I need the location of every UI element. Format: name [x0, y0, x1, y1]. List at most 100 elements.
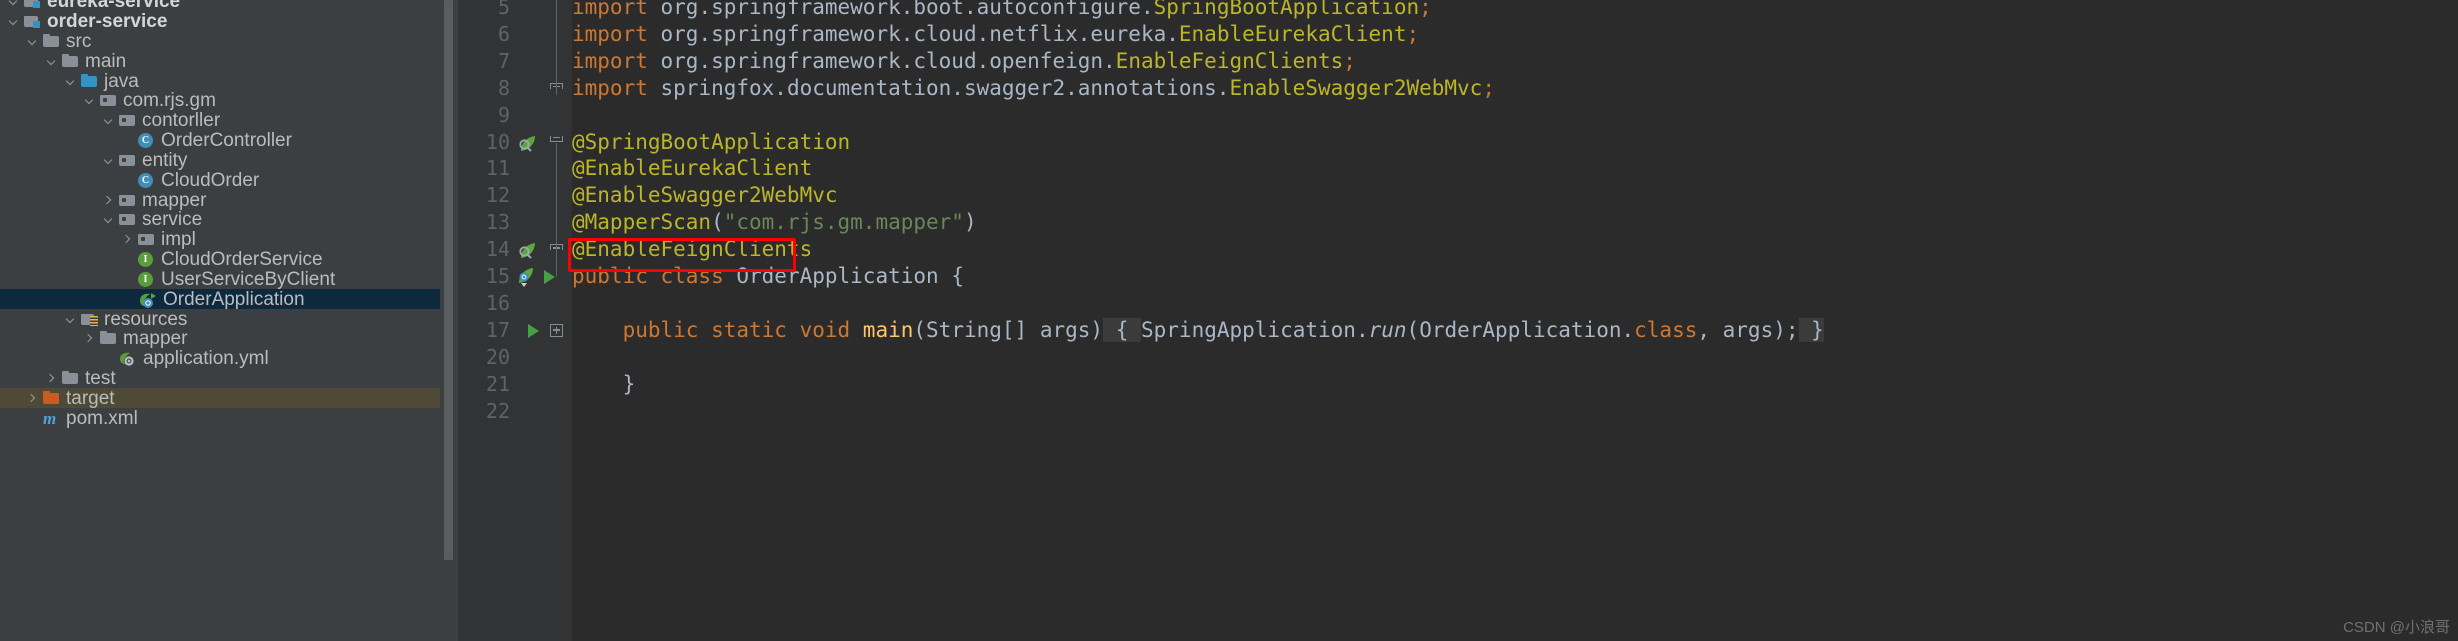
tree-item-pom-xml[interactable]: m pom.xml — [0, 408, 440, 428]
code-line-13[interactable]: 13 @MapperScan("com.rjs.gm.mapper") — [440, 209, 2458, 236]
tree-item-resources[interactable]: resources — [0, 309, 440, 329]
chevron-down-icon[interactable] — [84, 94, 97, 107]
code-token: @EnableSwagger2WebMvc — [572, 183, 838, 208]
tree-item-mapper[interactable]: mapper — [0, 329, 440, 349]
chevron-right-icon[interactable] — [122, 233, 135, 246]
tree-item-com-rjs-gm[interactable]: com.rjs.gm — [0, 91, 440, 111]
fold-expand-icon[interactable] — [550, 323, 563, 337]
chevron-down-icon[interactable] — [8, 0, 21, 8]
fold-region-end-icon[interactable] — [550, 135, 563, 142]
code-line-16[interactable]: 16 — [440, 290, 2458, 317]
code-token: ) — [1090, 317, 1104, 342]
code-line-17[interactable]: 17 public static void main(String[] args… — [440, 317, 2458, 344]
tree-item-label: CloudOrderService — [161, 249, 323, 271]
tree-item-impl[interactable]: impl — [0, 230, 440, 250]
tree-item-orderapplication[interactable]: OrderApplication — [0, 289, 440, 310]
code-line-15[interactable]: 15 public class OrderApplication { — [440, 263, 2458, 290]
chevron-down-icon[interactable] — [103, 114, 116, 127]
tree-item-label: CloudOrder — [161, 169, 260, 191]
code-text: public static void main(String[] args) {… — [572, 317, 2458, 344]
tree-item-ordercontroller[interactable]: C OrderController — [0, 131, 440, 151]
tree-item-target[interactable]: target — [0, 388, 440, 409]
code-token: . — [1355, 317, 1369, 342]
tree-item-cloudorder[interactable]: C CloudOrder — [0, 170, 440, 190]
tree-item-order-service[interactable]: order-service — [0, 12, 440, 32]
tree-item-label: contorller — [142, 110, 221, 132]
code-token: OrderApplication — [1419, 317, 1622, 342]
code-line-5[interactable]: 5 import org.springframework.boot.autocon… — [440, 0, 2458, 21]
code-line-10[interactable]: 10 @SpringBootApplication — [440, 129, 2458, 156]
line-number: 8 — [497, 75, 510, 100]
chevron-right-icon[interactable] — [46, 372, 59, 385]
code-line-8[interactable]: 8 import springfox.documentation.swagger2… — [440, 75, 2458, 102]
code-token: SpringBootApplication — [1153, 0, 1420, 19]
tree-item-eureka-service[interactable]: eureka-service — [0, 0, 440, 12]
pkg-icon — [119, 153, 136, 168]
code-line-14[interactable]: 14 @EnableFeignClients — [440, 236, 2458, 263]
watermark-text: CSDN @小浪哥 — [2343, 619, 2450, 636]
chevron-down-icon[interactable] — [27, 35, 40, 48]
code-token: org.springframework.cloud.netflix.eureka… — [660, 21, 1179, 46]
yml-icon — [119, 351, 138, 366]
tree-no-toggle — [122, 273, 135, 286]
code-line-6[interactable]: 6 import org.springframework.cloud.netfli… — [440, 21, 2458, 48]
folderblue-icon — [81, 73, 98, 89]
spring-bean-gutter-icon[interactable] — [516, 239, 538, 265]
chevron-right-icon[interactable] — [84, 332, 97, 345]
line-number: 6 — [497, 21, 510, 46]
code-token: class — [1634, 317, 1698, 342]
chevron-right-icon[interactable] — [103, 194, 116, 207]
code-token: ; — [1406, 21, 1420, 46]
code-line-11[interactable]: 11 @EnableEurekaClient — [440, 155, 2458, 182]
tree-item-java[interactable]: java — [0, 71, 440, 91]
code-token: org.springframework.boot.autoconfigure. — [660, 0, 1154, 19]
code-line-22[interactable]: 22 — [440, 398, 2458, 425]
chevron-down-icon[interactable] — [103, 213, 116, 226]
code-token: ; — [1419, 0, 1432, 19]
code-token: } — [1798, 317, 1824, 342]
code-line-12[interactable]: 12 @EnableSwagger2WebMvc — [440, 182, 2458, 209]
code-token: @SpringBootApplication — [572, 129, 851, 154]
tree-item-main[interactable]: main — [0, 51, 440, 71]
tree-item-test[interactable]: test — [0, 369, 440, 389]
tree-item-label: eureka-service — [47, 0, 181, 13]
tree-item-label: order-service — [47, 11, 168, 33]
tree-item-mapper[interactable]: mapper — [0, 190, 440, 210]
code-line-9[interactable]: 9 — [440, 102, 2458, 129]
code-token: public static void — [572, 317, 863, 342]
chevron-down-icon[interactable] — [65, 75, 78, 88]
tree-item-cloudorderservice[interactable]: I CloudOrderService — [0, 250, 440, 270]
tree-item-contorller[interactable]: contorller — [0, 111, 440, 131]
code-text: import org.springframework.boot.autoconf… — [572, 0, 2458, 21]
springapp-icon — [138, 292, 158, 308]
code-token: String — [926, 317, 1002, 342]
chevron-down-icon[interactable] — [103, 154, 116, 167]
code-token: EnableFeignClients — [1115, 48, 1344, 73]
tree-item-entity[interactable]: entity — [0, 151, 440, 171]
chevron-down-icon[interactable] — [46, 55, 59, 68]
code-token: "com.rjs.gm.mapper" — [723, 210, 964, 235]
spring-bean-gutter-icon[interactable] — [516, 266, 538, 292]
code-token: EnableSwagger2WebMvc — [1229, 75, 1483, 100]
chevron-right-icon[interactable] — [27, 392, 40, 405]
code-line-7[interactable]: 7 import org.springframework.cloud.openfe… — [440, 48, 2458, 75]
code-token: [] args — [1001, 317, 1091, 342]
tree-item-application-yml[interactable]: application.yml — [0, 349, 440, 369]
code-line-20[interactable]: 20 — [440, 344, 2458, 371]
code-line-21[interactable]: 21 } — [440, 371, 2458, 398]
run-gutter-icon[interactable] — [524, 322, 542, 344]
tree-item-src[interactable]: src — [0, 32, 440, 52]
code-lines-container[interactable]: 5 import org.springframework.boot.autocon… — [440, 0, 2458, 641]
code-token: . — [1621, 317, 1635, 342]
code-token: } — [572, 371, 636, 396]
spring-bean-gutter-icon[interactable] — [516, 132, 538, 158]
tree-item-label: main — [85, 50, 127, 72]
code-editor[interactable]: 5 import org.springframework.boot.autocon… — [440, 0, 2458, 641]
chevron-down-icon[interactable] — [65, 313, 78, 326]
tree-item-service[interactable]: service — [0, 210, 440, 230]
code-token: ( — [711, 210, 724, 235]
tree-item-userservicebyclient[interactable]: I UserServiceByClient — [0, 269, 440, 289]
chevron-down-icon[interactable] — [8, 15, 21, 28]
project-tree-panel[interactable]: eureka-service order-service src main java co… — [0, 0, 440, 641]
tree-item-label: com.rjs.gm — [123, 90, 216, 112]
